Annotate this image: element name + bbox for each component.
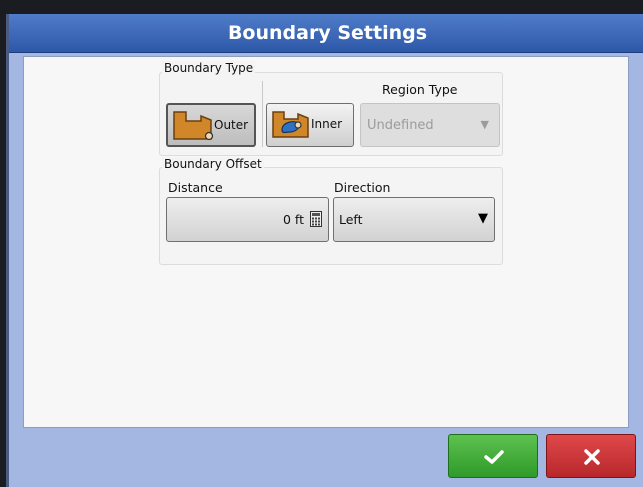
inner-boundary-icon (272, 111, 309, 138)
direction-select[interactable]: Left ▼ (333, 197, 495, 242)
direction-value: Left (339, 212, 363, 227)
calculator-icon (310, 211, 322, 227)
dialog-content: Boundary Type Outer Inner Region Type Un… (23, 56, 629, 428)
cancel-button[interactable] (546, 434, 636, 478)
outer-button-label: Outer (214, 118, 249, 132)
chevron-down-icon: ▼ (480, 118, 489, 131)
region-type-select[interactable]: Undefined ▼ (360, 103, 500, 147)
distance-value: 0 ft (282, 212, 304, 227)
checkmark-icon (484, 450, 504, 464)
outer-boundary-button[interactable]: Outer (166, 103, 256, 147)
dialog-window: Boundary Settings Boundary Type Outer In… (6, 14, 643, 487)
direction-label: Direction (334, 180, 391, 195)
boundary-type-divider (262, 81, 263, 147)
x-icon (584, 449, 600, 465)
distance-label: Distance (168, 180, 223, 195)
region-type-label: Region Type (382, 82, 458, 97)
inner-button-label: Inner (311, 117, 343, 131)
dialog-title: Boundary Settings (227, 22, 428, 44)
ok-button[interactable] (448, 434, 538, 478)
distance-field[interactable]: 0 ft (166, 197, 329, 242)
boundary-offset-label: Boundary Offset (162, 157, 264, 171)
chevron-down-icon: ▼ (478, 211, 488, 226)
inner-boundary-button[interactable]: Inner (266, 103, 354, 147)
title-bar: Boundary Settings (9, 14, 643, 53)
boundary-type-label: Boundary Type (162, 61, 256, 75)
region-type-value: Undefined (367, 118, 434, 133)
outer-boundary-icon (173, 111, 214, 141)
